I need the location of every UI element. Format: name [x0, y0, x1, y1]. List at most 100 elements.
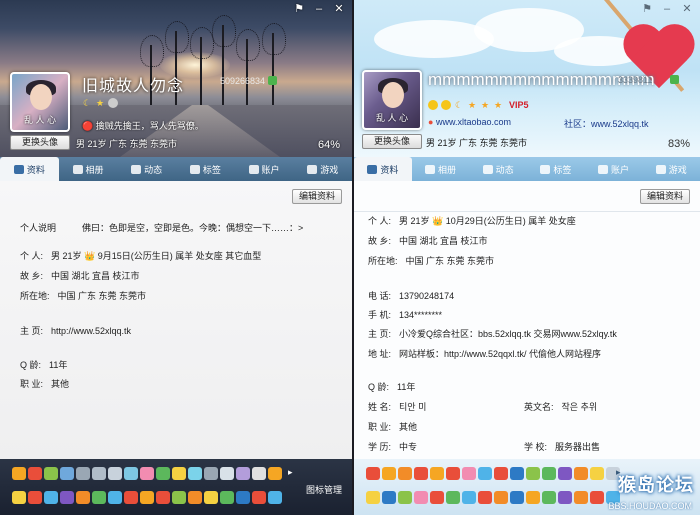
avatar[interactable]: 乱 人 心 [10, 72, 70, 132]
service-icon[interactable] [526, 467, 540, 480]
service-icon[interactable] [478, 491, 492, 504]
tab-tags[interactable]: 标签 [176, 157, 235, 181]
service-icon[interactable] [366, 467, 380, 480]
service-icon[interactable] [558, 467, 572, 480]
service-icon[interactable] [28, 467, 42, 480]
service-icon[interactable] [510, 491, 524, 504]
service-icon[interactable] [366, 491, 380, 504]
change-avatar-button[interactable]: 更换头像 [362, 134, 422, 149]
nickname: 旧城故人勿念 [82, 78, 185, 95]
tab-games[interactable]: 游戏 [293, 157, 352, 181]
service-icon[interactable] [590, 467, 604, 480]
skin-button[interactable]: ⚑ [290, 2, 308, 16]
service-icon[interactable] [510, 467, 524, 480]
tab-feed[interactable]: 动态 [117, 157, 176, 181]
service-icon[interactable] [268, 491, 282, 504]
service-icon[interactable] [268, 467, 282, 480]
close-button[interactable]: ✕ [330, 2, 348, 16]
service-icon[interactable] [430, 467, 444, 480]
service-icon[interactable] [430, 491, 444, 504]
minimize-button[interactable]: – [310, 2, 328, 16]
service-icon[interactable] [382, 491, 396, 504]
service-icon[interactable] [478, 467, 492, 480]
service-icon[interactable] [28, 491, 42, 504]
edit-profile-button[interactable]: 编辑资料 [291, 189, 342, 204]
tab-info[interactable]: 资料 [0, 157, 59, 181]
service-icon[interactable] [252, 491, 266, 504]
service-icon[interactable] [124, 467, 138, 480]
service-icon[interactable] [124, 491, 138, 504]
field-value: 티안 미 [399, 402, 427, 412]
service-icon[interactable] [140, 467, 154, 480]
service-icon[interactable] [590, 491, 604, 504]
service-icon[interactable] [220, 491, 234, 504]
service-icon[interactable] [414, 467, 428, 480]
scroll-right-icon[interactable]: ▸ [288, 467, 296, 479]
service-icon[interactable] [446, 467, 460, 480]
tab-album[interactable]: 相册 [59, 157, 118, 181]
service-icon[interactable] [526, 491, 540, 504]
skin-button[interactable]: ⚑ [638, 2, 656, 16]
mail-icon: ● [428, 117, 434, 127]
service-icon[interactable] [92, 467, 106, 480]
tab-games[interactable]: 游戏 [642, 157, 700, 181]
service-icon[interactable] [108, 467, 122, 480]
service-icon[interactable] [542, 467, 556, 480]
service-icon[interactable] [60, 467, 74, 480]
edit-profile-button[interactable]: 编辑资料 [639, 189, 690, 204]
service-icon[interactable] [60, 491, 74, 504]
service-icon[interactable] [188, 491, 202, 504]
icon-row-2 [12, 491, 282, 504]
profile-completion: 83% [667, 138, 690, 150]
service-icon[interactable] [172, 467, 186, 480]
service-icon[interactable] [574, 491, 588, 504]
icon-manager-link[interactable]: 图标管理 [306, 483, 342, 496]
service-icon[interactable] [76, 467, 90, 480]
service-icon[interactable] [204, 467, 218, 480]
service-icon[interactable] [12, 491, 26, 504]
space-link[interactable]: 社区：www.52xlqq.tk [564, 117, 649, 130]
homepage-link[interactable]: 小冷爱Q综合社区：bbs.52xlqq.tk 交易网www.52xlqy.tk [399, 329, 617, 339]
service-icon[interactable] [382, 467, 396, 480]
service-icon[interactable] [140, 491, 154, 504]
tab-tags[interactable]: 标签 [527, 157, 585, 181]
tab-account[interactable]: 账户 [585, 157, 643, 181]
service-icon[interactable] [220, 467, 234, 480]
service-icon[interactable] [108, 491, 122, 504]
service-icon[interactable] [92, 491, 106, 504]
service-icon[interactable] [188, 467, 202, 480]
tab-feed[interactable]: 动态 [469, 157, 527, 181]
service-icon[interactable] [462, 491, 476, 504]
service-icon[interactable] [44, 467, 58, 480]
service-icon[interactable] [236, 467, 250, 480]
service-icon[interactable] [414, 491, 428, 504]
tab-info[interactable]: 资料 [354, 157, 412, 181]
service-icon[interactable] [156, 491, 170, 504]
service-icon[interactable] [156, 467, 170, 480]
minimize-button[interactable]: – [658, 2, 676, 16]
close-button[interactable]: ✕ [678, 2, 696, 16]
homepage-link[interactable]: http://www.52xlqq.tk [51, 326, 131, 336]
change-avatar-button[interactable]: 更换头像 [10, 135, 70, 150]
avatar[interactable]: 乱 人 心 [362, 70, 422, 130]
service-icon[interactable] [398, 491, 412, 504]
feed-icon [482, 164, 493, 174]
service-icon[interactable] [204, 491, 218, 504]
tab-album[interactable]: 相册 [412, 157, 470, 181]
service-icon[interactable] [252, 467, 266, 480]
service-icon[interactable] [398, 467, 412, 480]
service-icon[interactable] [574, 467, 588, 480]
service-icon[interactable] [12, 467, 26, 480]
service-icon[interactable] [76, 491, 90, 504]
service-icon[interactable] [558, 491, 572, 504]
tab-account[interactable]: 账户 [235, 157, 294, 181]
service-icon[interactable] [542, 491, 556, 504]
service-icon[interactable] [44, 491, 58, 504]
service-icon[interactable] [446, 491, 460, 504]
service-icon[interactable] [172, 491, 186, 504]
icon-toolbar: ▸ 图标管理 [0, 459, 352, 515]
service-icon[interactable] [236, 491, 250, 504]
service-icon[interactable] [462, 467, 476, 480]
service-icon[interactable] [494, 467, 508, 480]
service-icon[interactable] [494, 491, 508, 504]
